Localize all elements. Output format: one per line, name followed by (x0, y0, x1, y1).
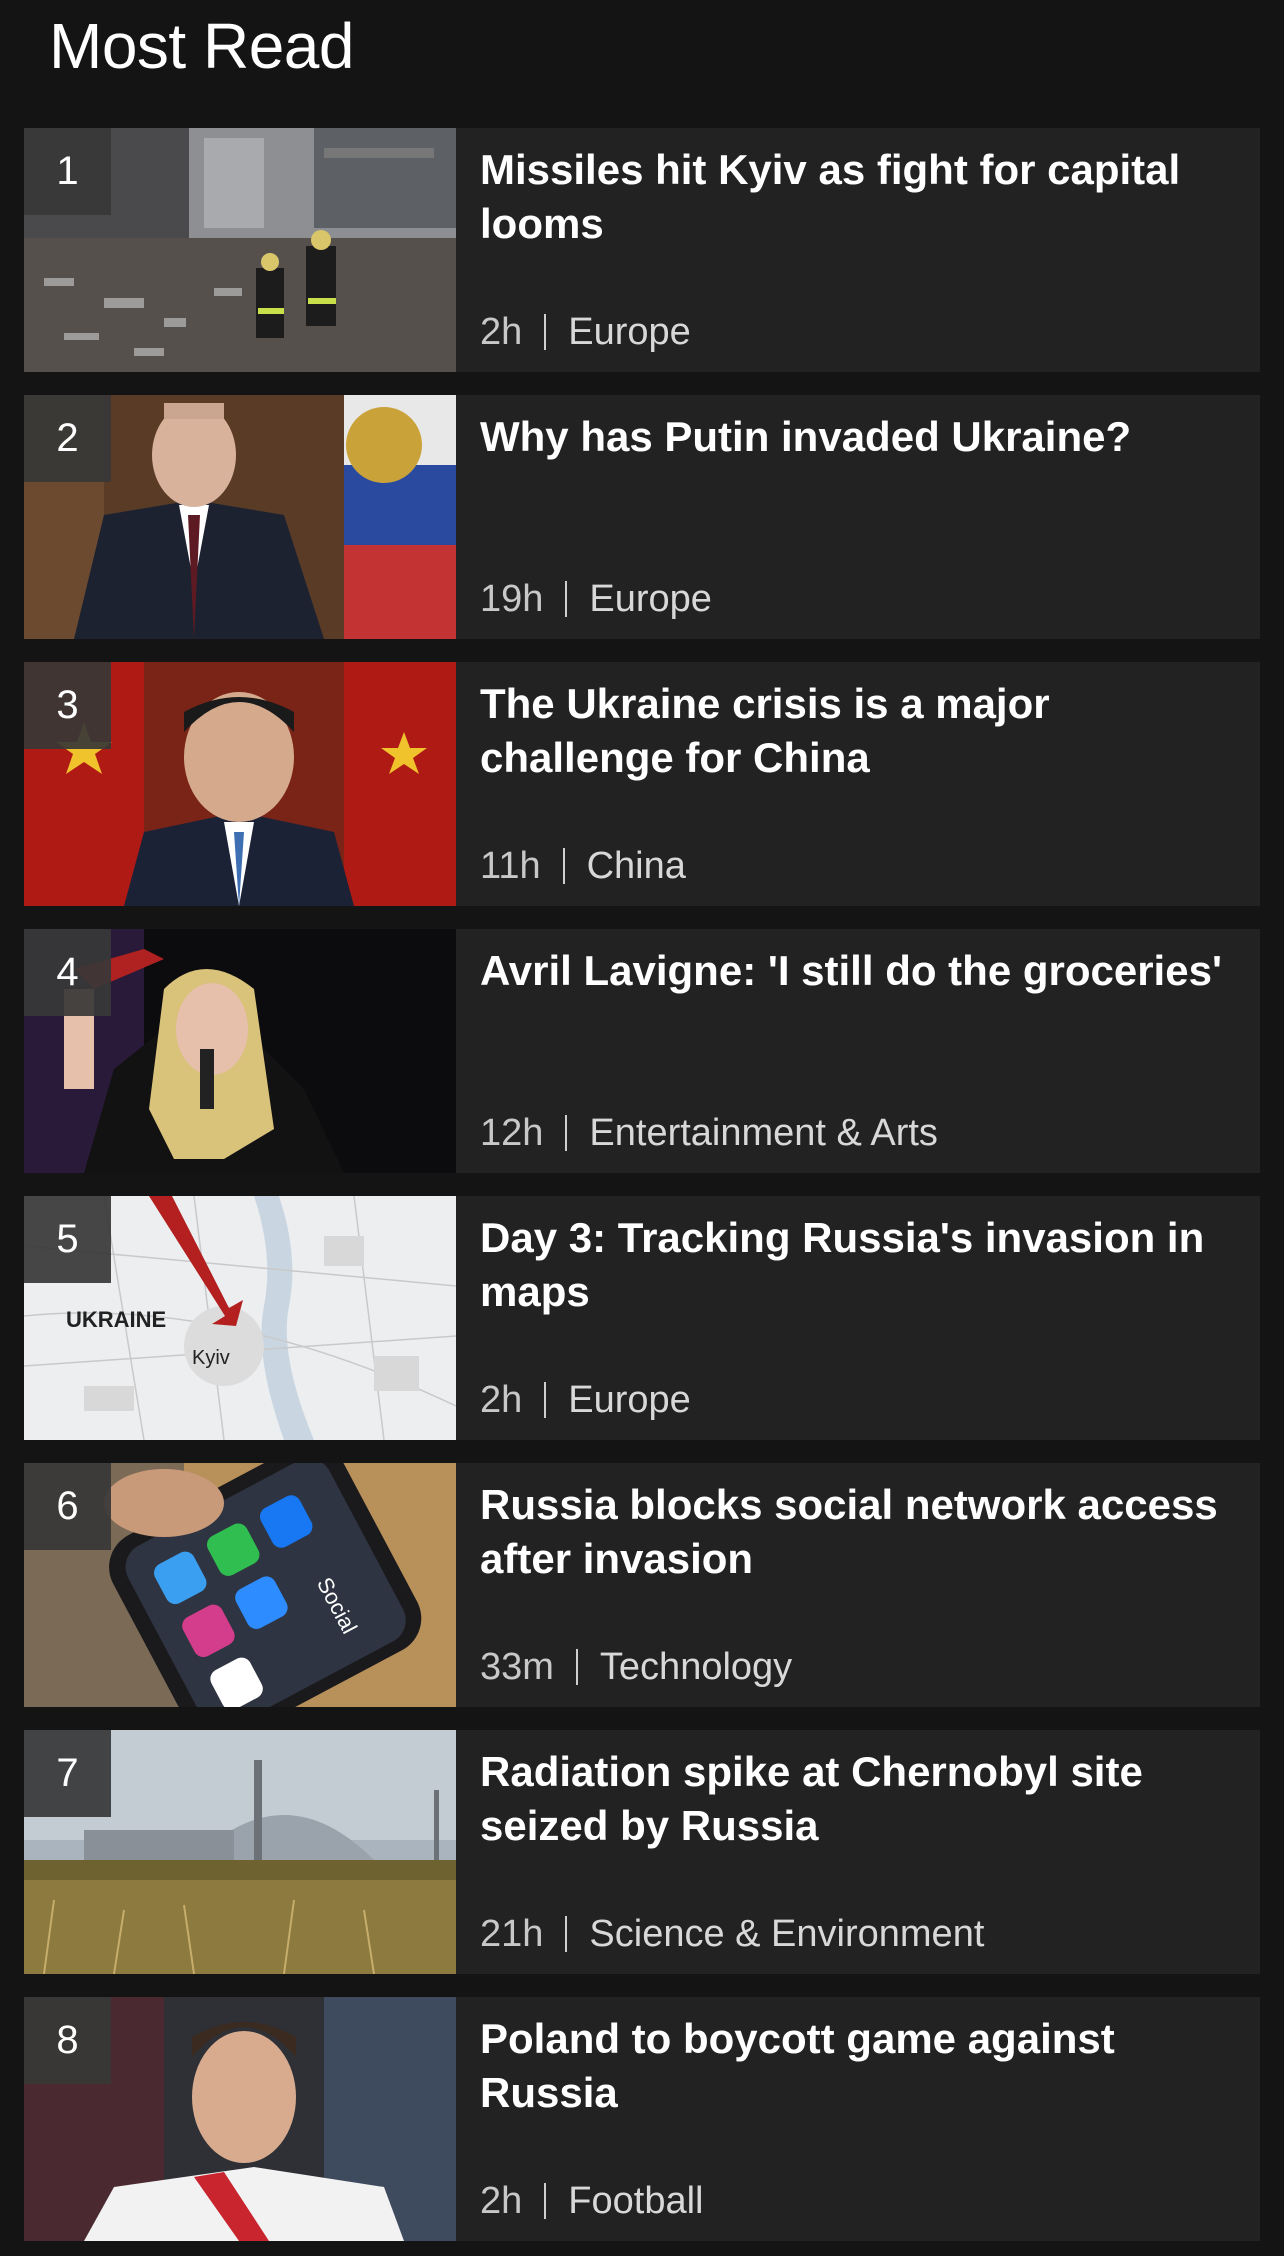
meta-divider (565, 1115, 568, 1151)
story-item-4[interactable]: 4 Avril Lavigne: 'I still do the groceri… (24, 929, 1260, 1173)
story-meta: 19h Europe (480, 577, 712, 621)
story-category[interactable]: Technology (600, 1646, 792, 1688)
rank-badge: 3 (24, 662, 111, 749)
map-country-label: UKRAINE (66, 1307, 166, 1332)
map-city-label: Kyiv (192, 1347, 230, 1369)
meta-divider (565, 581, 568, 617)
story-headline[interactable]: Missiles hit Kyiv as fight for capital l… (480, 143, 1250, 251)
story-item-3[interactable]: 3 The Ukraine crisis is a major challeng… (24, 662, 1260, 906)
story-meta: 2h Europe (480, 310, 691, 354)
story-meta: 21h Science & Environment (480, 1912, 984, 1956)
story-category[interactable]: China (587, 845, 686, 887)
story-meta: 2h Football (480, 2179, 703, 2223)
story-headline[interactable]: Radiation spike at Chernobyl site seized… (480, 1745, 1250, 1853)
story-headline[interactable]: Avril Lavigne: 'I still do the groceries… (480, 944, 1250, 998)
rank-badge: 7 (24, 1730, 111, 1817)
story-time: 2h (480, 2180, 523, 2222)
story-time: 21h (480, 1913, 544, 1955)
story-item-6[interactable]: Social 6 Russia blocks social network ac… (24, 1463, 1260, 1707)
story-time: 2h (480, 311, 523, 353)
story-category[interactable]: Europe (568, 311, 691, 353)
story-item-5[interactable]: UKRAINE Kyiv 5 Day 3: Tracking Russia's … (24, 1196, 1260, 1440)
story-meta: 12h Entertainment & Arts (480, 1111, 938, 1155)
story-meta: 33m Technology (480, 1645, 792, 1689)
story-time: 11h (480, 845, 541, 887)
story-item-8[interactable]: 8 Poland to boycott game against Russia … (24, 1997, 1260, 2241)
story-meta: 11h China (480, 844, 686, 888)
story-headline[interactable]: Day 3: Tracking Russia's invasion in map… (480, 1211, 1250, 1319)
story-category[interactable]: Science & Environment (589, 1913, 984, 1955)
rank-badge: 6 (24, 1463, 111, 1550)
meta-divider (562, 848, 565, 884)
story-time: 33m (480, 1646, 554, 1688)
story-time: 19h (480, 578, 544, 620)
section-title: Most Read (49, 10, 354, 82)
story-time: 2h (480, 1379, 523, 1421)
story-headline[interactable]: Why has Putin invaded Ukraine? (480, 410, 1250, 464)
rank-badge: 5 (24, 1196, 111, 1283)
rank-badge: 8 (24, 1997, 111, 2084)
meta-divider (544, 1382, 547, 1418)
story-meta: 2h Europe (480, 1378, 691, 1422)
story-category[interactable]: Europe (568, 1379, 691, 1421)
meta-divider (565, 1916, 568, 1952)
story-headline[interactable]: The Ukraine crisis is a major challenge … (480, 677, 1250, 785)
story-item-1[interactable]: 1 Missiles hit Kyiv as fight for capital… (24, 128, 1260, 372)
most-read-page: Most Read 1 Missiles hit Kyiv as fight f… (0, 0, 1284, 2256)
meta-divider (575, 1649, 578, 1685)
rank-badge: 2 (24, 395, 111, 482)
story-headline[interactable]: Russia blocks social network access afte… (480, 1478, 1250, 1586)
rank-badge: 1 (24, 128, 111, 215)
meta-divider (544, 314, 547, 350)
story-category[interactable]: Europe (589, 578, 712, 620)
story-headline[interactable]: Poland to boycott game against Russia (480, 2012, 1250, 2120)
story-category[interactable]: Football (568, 2180, 703, 2222)
story-time: 12h (480, 1112, 544, 1154)
meta-divider (544, 2183, 547, 2219)
story-category[interactable]: Entertainment & Arts (589, 1112, 938, 1154)
story-item-2[interactable]: 2 Why has Putin invaded Ukraine? 19h Euro… (24, 395, 1260, 639)
section-header: Most Read (0, 0, 1284, 128)
story-item-7[interactable]: 7 Radiation spike at Chernobyl site seiz… (24, 1730, 1260, 1974)
rank-badge: 4 (24, 929, 111, 1016)
